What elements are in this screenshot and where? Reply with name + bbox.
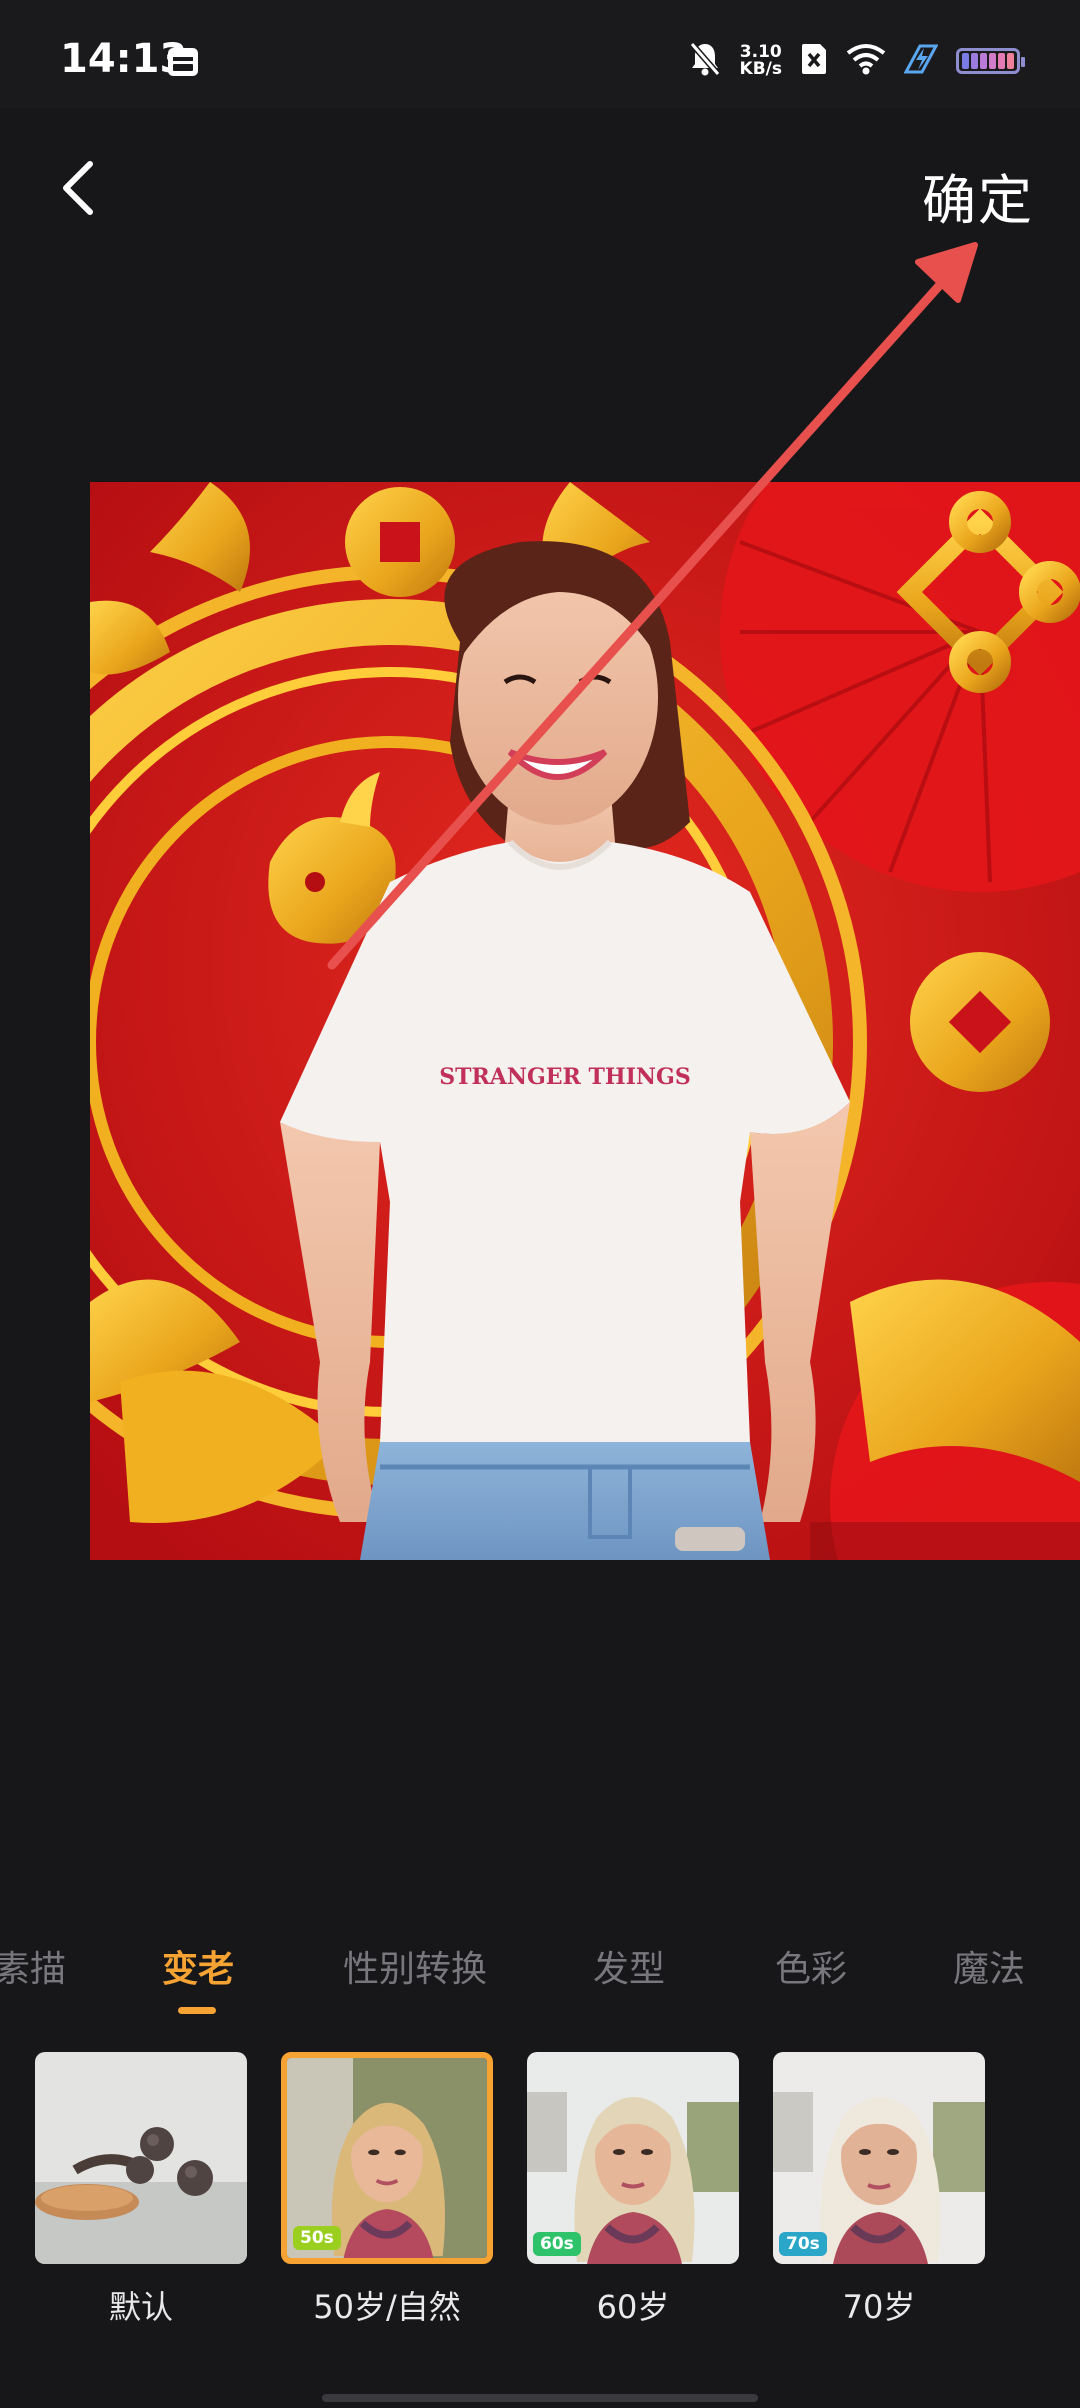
default-thumbnail-image [35,2052,247,2264]
aging-effect-list: 默认 50s 50岁/自然 60s 60岁 70s 70岁 [0,2052,1080,2332]
effect-thumbnail [35,2052,247,2264]
status-bar: 14:13 3.10 KB/s [0,0,1080,108]
tab-gender-swap[interactable]: 性别转换 [343,1940,487,1992]
age-badge: 70s [779,2232,827,2256]
flash-charge-icon [903,44,939,78]
effect-label: 60岁 [596,2288,670,2326]
shirt-print-text: STRANGER THINGS [439,1064,690,1090]
effect-age-60[interactable]: 60s 60岁 [527,2052,739,2328]
chevron-left-icon [63,161,93,215]
battery-icon [956,48,1025,74]
effect-thumbnail: 70s [773,2052,985,2264]
effect-label: 70岁 [842,2288,916,2326]
preview-image: STRANGER THINGS [90,482,1080,1560]
photo-preview[interactable]: STRANGER THINGS [90,482,1080,1560]
back-button[interactable] [50,148,110,228]
home-indicator [322,2394,758,2402]
wifi-icon [846,43,886,79]
effect-thumbnail: 60s [527,2052,739,2264]
mute-bell-icon [688,40,722,82]
effect-age-70[interactable]: 70s 70岁 [773,2052,985,2328]
net-speed: 3.10 KB/s [740,44,782,78]
age-badge: 50s [293,2226,341,2250]
tab-aging[interactable]: 变老 [162,1940,234,1992]
tab-magic[interactable]: 魔法 [953,1940,1025,1992]
calendar-icon [166,44,200,82]
app-screen: 14:13 3.10 KB/s 确定 STRANGER THINGS 素描 变老… [0,0,1080,2408]
effect-age-50-natural[interactable]: 50s 50岁/自然 [281,2052,493,2328]
tab-sketch[interactable]: 素描 [0,1940,66,1992]
status-icons: 3.10 KB/s [688,36,1025,86]
effect-thumbnail-selected: 50s [281,2052,493,2264]
active-tab-indicator [178,2007,216,2014]
net-speed-unit: KB/s [739,59,782,79]
effect-category-tabs: 素描 变老 性别转换 发型 色彩 魔法 [0,1940,1080,2020]
tab-hairstyle[interactable]: 发型 [593,1940,665,1992]
top-app-bar: 确定 [0,108,1080,268]
confirm-button[interactable]: 确定 [922,156,1034,235]
effect-label: 50岁/自然 [313,2288,461,2326]
tab-color[interactable]: 色彩 [775,1940,847,1992]
effect-default[interactable]: 默认 [35,2052,247,2328]
age-badge: 60s [533,2232,581,2256]
sim-off-icon [800,42,828,80]
effect-label: 默认 [108,2288,173,2326]
